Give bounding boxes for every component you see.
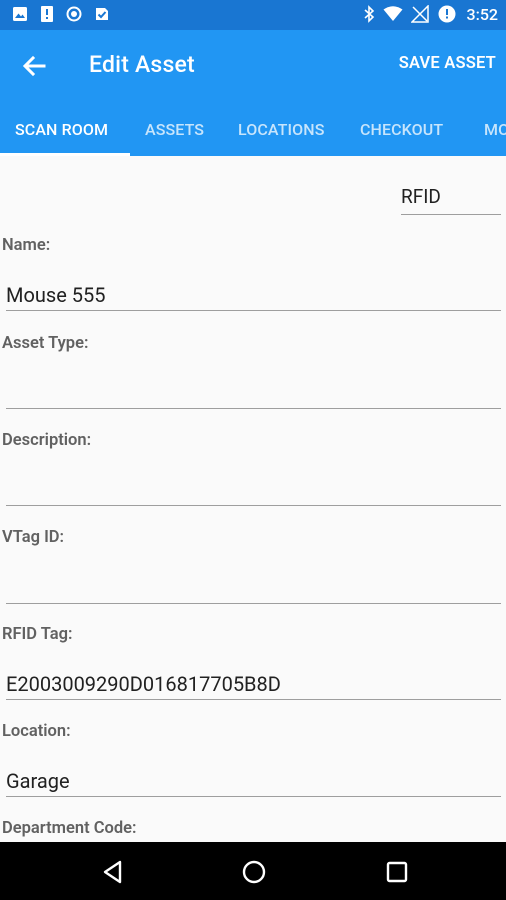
status-left-icons bbox=[12, 5, 110, 23]
no-signal-icon bbox=[410, 5, 429, 23]
name-field[interactable]: Mouse 555 bbox=[6, 280, 501, 311]
wifi-icon bbox=[383, 6, 402, 21]
location-field[interactable]: Garage bbox=[6, 766, 501, 797]
status-bar: 3:52 bbox=[0, 0, 506, 30]
asset-type-label: Asset Type: bbox=[2, 334, 89, 353]
description-label: Description: bbox=[2, 431, 92, 450]
department-code-label: Department Code: bbox=[2, 819, 137, 838]
download-done-icon bbox=[96, 8, 108, 20]
page-title: Edit Asset bbox=[89, 51, 195, 78]
name-label: Name: bbox=[2, 236, 51, 255]
nav-back-icon[interactable] bbox=[100, 859, 126, 885]
vtag-id-field[interactable] bbox=[6, 573, 501, 604]
image-icon bbox=[13, 7, 27, 21]
bluetooth-icon bbox=[363, 5, 374, 23]
status-time: 3:52 bbox=[466, 4, 499, 24]
nav-home-icon[interactable] bbox=[241, 859, 267, 885]
edit-asset-form: RFID Name: Mouse 555 Asset Type: Descrip… bbox=[0, 156, 506, 842]
vtag-id-label: VTag ID: bbox=[2, 528, 65, 547]
navigation-bar bbox=[0, 842, 506, 900]
asset-type-field[interactable] bbox=[6, 378, 501, 409]
record-icon bbox=[66, 6, 82, 22]
rfid-tag-label: RFID Tag: bbox=[2, 625, 73, 644]
sim-alert-icon bbox=[41, 6, 53, 22]
location-label: Location: bbox=[2, 722, 71, 741]
arrow-back-icon[interactable] bbox=[18, 50, 50, 82]
tab-checkout[interactable]: CHECKOUT bbox=[360, 120, 443, 139]
description-field[interactable] bbox=[6, 475, 501, 506]
tab-more[interactable]: MO bbox=[484, 120, 506, 139]
tab-bar: SCAN ROOM ASSETS LOCATIONS CHECKOUT MO bbox=[0, 100, 506, 156]
tab-assets[interactable]: ASSETS bbox=[145, 120, 204, 139]
status-right-icons: 3:52 bbox=[363, 4, 499, 24]
app-bar: Edit Asset SAVE ASSET bbox=[0, 30, 506, 100]
rfid-selector[interactable]: RFID bbox=[401, 185, 501, 215]
rfid-tag-field[interactable]: E2003009290D016817705B8D bbox=[6, 669, 501, 700]
save-asset-button[interactable]: SAVE ASSET bbox=[399, 54, 496, 73]
nav-recents-icon[interactable] bbox=[384, 859, 410, 885]
tab-locations[interactable]: LOCATIONS bbox=[238, 120, 324, 139]
tab-scan-room[interactable]: SCAN ROOM bbox=[15, 120, 108, 139]
data-saver-icon bbox=[438, 5, 455, 23]
